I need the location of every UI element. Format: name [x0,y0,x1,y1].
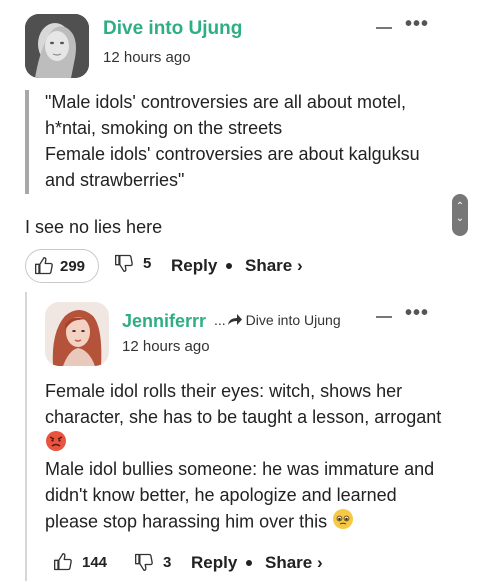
dislike-count: 5 [143,254,152,272]
reply-to-indicator: ... Dive into Ujung [214,312,341,328]
thumbs-down-icon [114,253,134,273]
quote-bar [25,90,29,194]
reply-button[interactable]: Reply [191,553,237,573]
timestamp: 12 hours ago [103,49,191,66]
reply-thread-line [25,292,27,581]
dislike-button[interactable]: 5 [114,253,151,273]
comment-body: I see no lies here [25,217,163,237]
quote-text: "Male idols' controversies are all about… [45,92,420,190]
collapse-icon[interactable] [376,27,392,29]
username[interactable]: Dive into Ujung [103,18,242,40]
dislike-button[interactable]: 3 [134,552,171,572]
pleading-face-emoji [332,508,354,537]
more-dots-icon[interactable]: ••• [405,302,429,325]
thumbs-down-icon [134,552,154,572]
like-count: 299 [60,257,86,275]
dislike-count: 3 [163,553,172,571]
thumbs-up-icon [53,552,73,572]
username[interactable]: Jenniferrr [122,311,206,332]
scroll-handle[interactable]: ⌃ ⌄ [452,194,468,236]
avatar[interactable] [25,14,89,78]
like-count: 144 [82,553,108,571]
angry-face-emoji [45,430,67,459]
share-button[interactable]: Share › [245,256,303,276]
separator-dot [246,560,252,566]
share-button[interactable]: Share › [265,553,323,573]
more-dots-icon[interactable]: ••• [405,13,429,36]
timestamp: 12 hours ago [122,338,210,355]
reply-button[interactable]: Reply [171,256,217,276]
avatar[interactable] [45,302,109,366]
reply-arrow-icon [227,313,243,327]
ellipsis: ... [214,312,226,328]
like-button[interactable]: 144 [53,552,107,572]
like-button[interactable]: 299 [25,249,99,283]
thumbs-up-icon [34,256,54,276]
reply-to-username[interactable]: Dive into Ujung [246,312,341,328]
comment-body: Female idol rolls their eyes: witch, sho… [45,378,441,537]
separator-dot [226,263,232,269]
collapse-icon[interactable] [376,316,392,318]
